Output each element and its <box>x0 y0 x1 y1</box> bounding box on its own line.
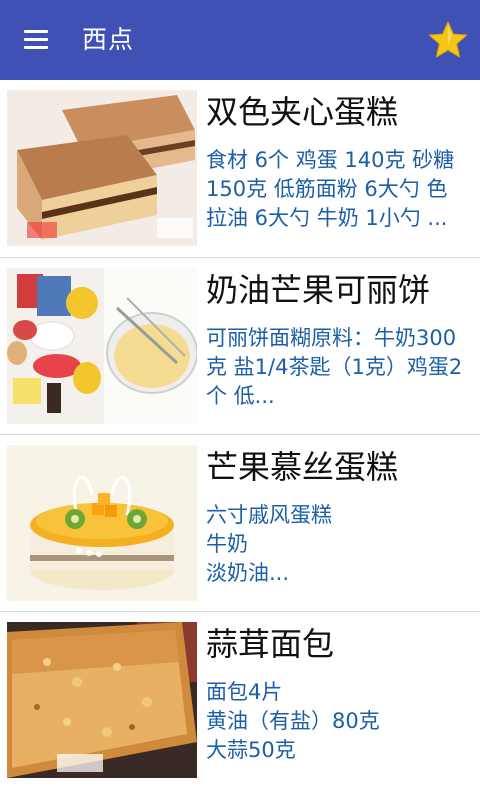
mango-mousse-cake-photo-icon <box>7 445 197 601</box>
recipe-description: 六寸戚风蛋糕 牛奶 淡奶油... <box>206 503 332 585</box>
garlic-bread-photo-icon <box>7 622 197 778</box>
recipe-title: 蒜茸面包 <box>206 625 335 663</box>
page-title: 西点 <box>82 25 135 54</box>
recipe-thumbnail <box>7 622 197 778</box>
menu-button[interactable] <box>22 26 52 54</box>
recipe-thumbnail <box>7 445 197 601</box>
app-bar: 西点 <box>0 0 480 80</box>
list-item[interactable]: 奶油芒果可丽饼 可丽饼面糊原料：牛奶300克 盐1/4茶匙（1克）鸡蛋2个 低.… <box>0 258 480 435</box>
recipe-description: 可丽饼面糊原料：牛奶300克 盐1/4茶匙（1克）鸡蛋2个 低... <box>206 326 463 408</box>
recipe-title: 双色夹心蛋糕 <box>206 93 399 131</box>
list-item[interactable]: 双色夹心蛋糕 食材 6个 鸡蛋 140克 砂糖 150克 低筋面粉 6大勺 色拉… <box>0 80 480 258</box>
recipe-list: 双色夹心蛋糕 食材 6个 鸡蛋 140克 砂糖 150克 低筋面粉 6大勺 色拉… <box>0 80 480 789</box>
recipe-title: 芒果慕丝蛋糕 <box>206 448 399 486</box>
cake-photo-icon <box>7 90 197 246</box>
recipe-title: 奶油芒果可丽饼 <box>206 271 431 309</box>
list-item[interactable]: 芒果慕丝蛋糕 六寸戚风蛋糕 牛奶 淡奶油... <box>0 435 480 612</box>
recipe-thumbnail <box>7 268 197 424</box>
favorite-button[interactable] <box>428 20 468 60</box>
recipe-thumbnail <box>7 90 197 246</box>
star-icon <box>428 21 468 58</box>
list-item[interactable]: 蒜茸面包 面包4片 黄油（有盐）80克 大蒜50克 <box>0 612 480 789</box>
hamburger-menu-icon <box>24 30 48 33</box>
hamburger-menu-line <box>24 38 48 41</box>
hamburger-menu-line <box>24 46 48 49</box>
recipe-description: 食材 6个 鸡蛋 140克 砂糖 150克 低筋面粉 6大勺 色拉油 6大勺 牛… <box>206 148 455 230</box>
recipe-description: 面包4片 黄油（有盐）80克 大蒜50克 <box>206 680 380 762</box>
crepe-ingredients-photo-icon <box>7 268 197 424</box>
